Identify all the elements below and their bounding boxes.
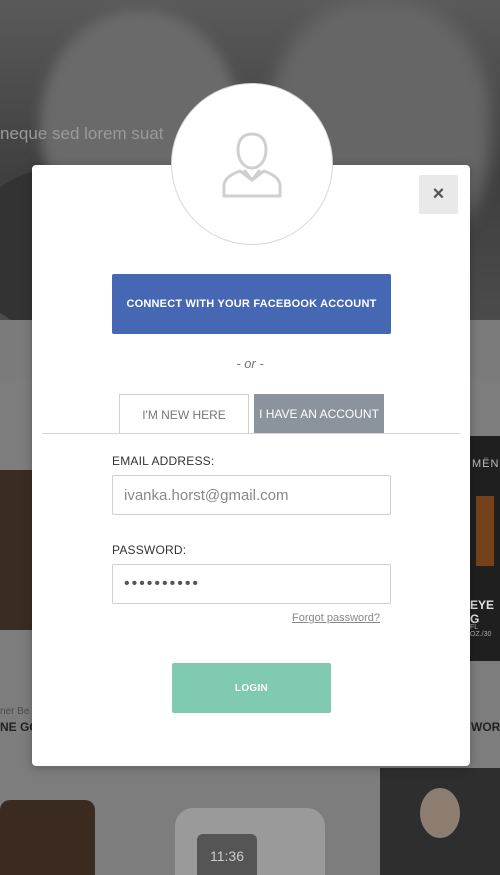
portrait-head (420, 788, 460, 838)
product-image-right: MËN EYE G FL OZ./30 (470, 436, 500, 661)
product-image-watch-digital: 11:36 (175, 808, 325, 875)
product-caption-right-title: WORL (471, 720, 500, 734)
hero-text: neque sed lorem suat (0, 124, 164, 143)
product-brand-label: MËN (472, 458, 500, 470)
user-silhouette-icon (222, 132, 282, 198)
tab-new-here[interactable]: I'M NEW HERE (119, 394, 249, 434)
tabs-divider (42, 433, 460, 434)
password-mask: •••••••••• (124, 575, 201, 592)
email-label: EMAIL ADDRESS: (112, 454, 215, 468)
product-label-stripe (476, 496, 494, 566)
avatar (171, 83, 333, 245)
password-field[interactable]: •••••••••• (112, 564, 391, 604)
watch-face: 11:36 (197, 834, 257, 875)
product-caption-left-brand: ner Be (0, 706, 30, 717)
product-image-watch-wood (0, 800, 95, 875)
login-button[interactable]: LOGIN (172, 663, 331, 713)
or-separator: - or - (236, 356, 264, 371)
forgot-password-link[interactable]: Forgot password? (292, 612, 380, 624)
facebook-connect-button[interactable]: CONNECT WITH YOUR FACEBOOK ACCOUNT (112, 274, 391, 334)
product-size-label: FL OZ./30 (470, 624, 492, 638)
product-image-portrait (380, 768, 500, 875)
password-label: PASSWORD: (112, 543, 187, 557)
product-name-label: EYE G (470, 598, 495, 626)
tab-have-account[interactable]: I HAVE AN ACCOUNT (254, 394, 384, 434)
close-button[interactable]: × (419, 175, 458, 214)
email-field[interactable] (112, 475, 391, 515)
